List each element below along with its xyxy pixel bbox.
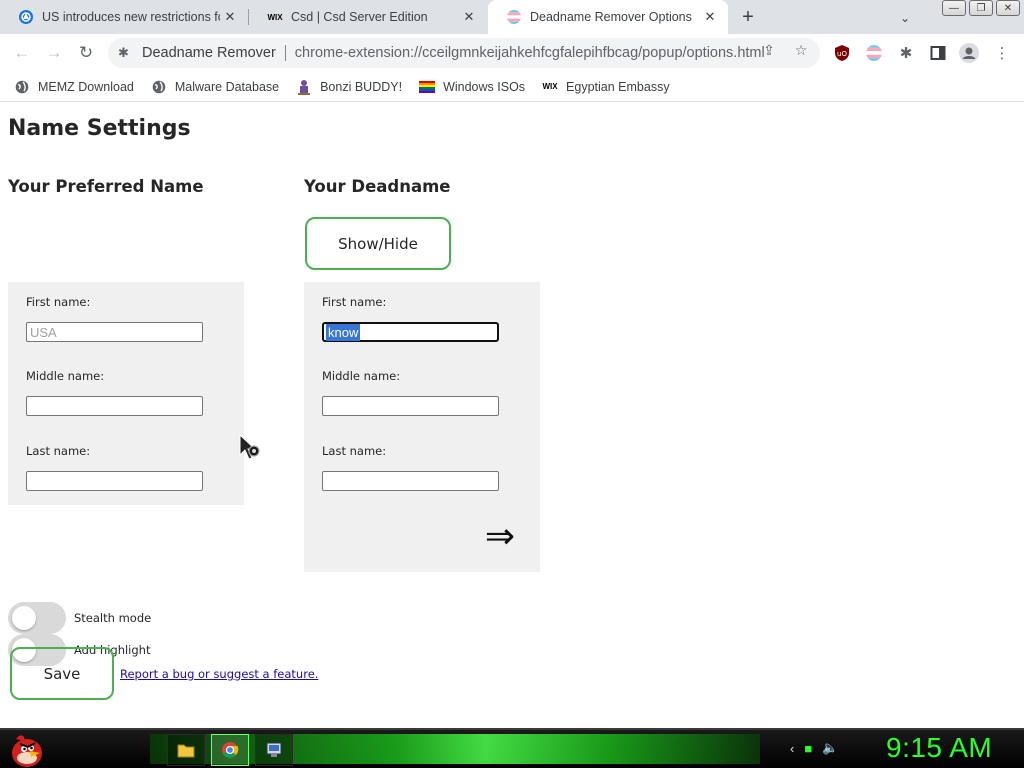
stealth-mode-toggle-row: Stealth mode [8,602,151,634]
taskbar-clock[interactable]: 9:15 AM [886,732,992,764]
extension-puzzle-icon: ✱ [118,45,129,60]
side-panel-icon[interactable] [928,43,948,63]
deadname-middle-label: Middle name: [322,369,401,383]
stealth-mode-label: Stealth mode [74,611,152,625]
save-button[interactable]: Save [10,647,114,700]
report-bug-link[interactable]: Report a bug or suggest a feature. [120,667,318,681]
site-name: Deadname Remover [142,45,276,61]
bonzi-icon [296,79,312,95]
trans-flag-extension-icon[interactable] [864,43,884,63]
preferred-name-heading: Your Preferred Name [8,177,204,196]
bookmark-label: Windows ISOs [443,79,526,94]
close-tab-icon[interactable]: ✕ [700,7,720,27]
preferred-last-label: Last name: [26,444,91,458]
preferred-name-panel: First name: Middle name: Last name: [8,282,244,505]
wix-icon: WIX [267,12,283,22]
tab-search-chevron-icon[interactable]: ⌄ [895,8,915,28]
tab-us-restrictions[interactable]: US introduces new restrictions fo ✕ [0,0,248,34]
tab-title: US introduces new restrictions fo [42,10,220,24]
preferred-first-name-input[interactable] [26,322,203,342]
tray-network-icon[interactable]: ■ [804,741,812,756]
url-text: chrome-extension://cceilgmnkeijahkehfcgf… [294,45,765,61]
trans-flag-icon [506,9,522,25]
window-controls: — ❐ ✕ [939,0,1020,16]
toggle-knob [12,606,36,630]
system-tray: ‹ ■ 🔈 [790,740,848,756]
forward-arrow-icon[interactable]: → [42,42,66,64]
taskbar-app-icon[interactable] [255,734,293,766]
bookmark-malware-database[interactable]: Malware Database [151,79,279,95]
bookmark-label: Egyptian Embassy [566,79,670,94]
close-tab-icon[interactable]: ✕ [459,7,479,27]
new-tab-button[interactable]: + [737,6,759,28]
omnibox-divider [284,45,286,61]
deadname-last-label: Last name: [322,444,387,458]
preferred-middle-name-input[interactable] [26,396,203,416]
tab-strip: US introduces new restrictions fo ✕ WIX … [0,0,1024,34]
tab-csd-server[interactable]: WIX Csd | Csd Server Edition ✕ [249,0,487,34]
tray-chevron-icon[interactable]: ‹ [790,741,794,756]
globe-icon [151,79,167,95]
close-window-icon[interactable]: ✕ [996,0,1020,16]
globe-icon [14,79,30,95]
restore-icon[interactable]: ❐ [969,0,993,16]
taskbar-chrome-icon[interactable] [211,734,249,766]
preferred-first-label: First name: [26,295,91,309]
address-bar[interactable]: ✱ Deadname Remover chrome-extension://cc… [108,38,820,68]
preferred-middle-label: Middle name: [26,369,105,383]
next-arrow-button[interactable]: ⇒ [476,515,524,556]
bookmark-star-icon[interactable]: ☆ [792,41,810,59]
minimize-icon[interactable]: — [942,0,966,16]
taskbar-file-explorer-icon[interactable] [167,734,205,766]
svg-text:uO: uO [837,50,847,58]
deadname-first-name-input[interactable] [322,322,499,342]
profile-avatar-icon[interactable] [959,43,979,63]
show-hide-button[interactable]: Show/Hide [305,217,451,270]
tab-title: Csd | Csd Server Edition [291,10,428,24]
bookmark-windows-isos[interactable]: Windows ISOs [419,79,525,95]
taskbar: ‹ ■ 🔈 9:15 AM [0,728,1024,768]
start-button-angry-bird-icon[interactable] [6,731,46,768]
rainbow-flag-icon [419,79,436,95]
tab-title: Deadname Remover Options [530,10,692,24]
bookmark-egyptian-embassy[interactable]: WIX Egyptian Embassy [542,79,670,95]
tab-deadname-remover[interactable]: Deadname Remover Options ✕ [488,0,728,34]
deadname-heading: Your Deadname [304,177,451,196]
deadname-panel: First name: know Middle name: Last name:… [304,282,540,572]
deadname-first-label: First name: [322,295,387,309]
bookmark-memz[interactable]: MEMZ Download [14,79,134,95]
page-title: Name Settings [8,116,191,141]
extensions-puzzle-icon[interactable]: ✱ [896,43,916,63]
options-page: Name Settings Your Preferred Name Your D… [0,103,1024,728]
bookmark-label: Malware Database [174,79,280,94]
bookmark-label: Bonzi BUDDY! [320,79,403,94]
reload-icon[interactable]: ↻ [74,42,98,64]
globe-blue-icon [18,9,34,25]
share-icon[interactable]: ⇪ [760,41,778,59]
bookmark-bonzi-buddy[interactable]: Bonzi BUDDY! [296,79,402,95]
tray-volume-icon[interactable]: 🔈 [822,740,838,756]
ublock-icon[interactable]: uO [832,43,852,63]
wix-icon: WIX [542,82,558,91]
bookmark-label: MEMZ Download [38,79,134,94]
back-arrow-icon[interactable]: ← [10,42,34,64]
busy-cursor-icon [239,433,260,460]
preferred-last-name-input[interactable] [26,471,203,491]
bookmarks-bar: MEMZ Download Malware Database Bonzi BUD… [0,72,1024,102]
stealth-mode-toggle[interactable] [8,602,66,634]
deadname-last-name-input[interactable] [322,471,499,491]
deadname-middle-name-input[interactable] [322,396,499,416]
more-menu-icon[interactable]: ⋮ [992,43,1012,63]
close-tab-icon[interactable]: ✕ [220,7,240,27]
